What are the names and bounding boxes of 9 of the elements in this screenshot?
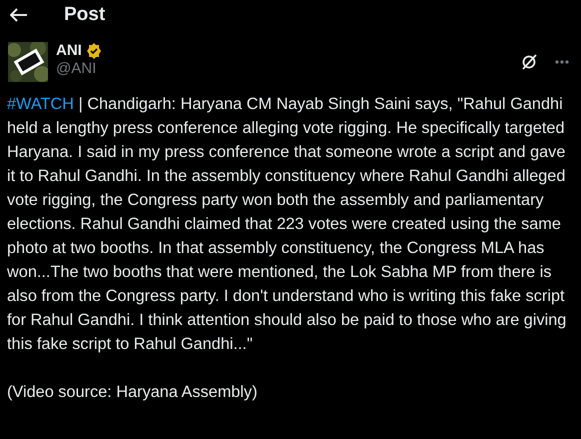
account-name[interactable]: ANI (56, 42, 82, 59)
page-title: Post (64, 4, 106, 26)
post-text: #WATCH | Chandigarh: Haryana CM Nayab Singh Saini says, "Rahul Gandhi held a lengthy press conference alleging vote rigging. He specifically targeted Haryana. I said in my press conference that someone wrote a script and gave it to Rahul Gandhi. In the assembly constituency where Rahul Gandhi alleged vote rigging, the Congress party won both the assembly and parliamentary elections. Rahul Gandhi claimed that 223 votes were created using the same photo at two booths. In that assembly constituency, the Congress MLA has won...The two booths that were mentioned, the Lok Sabha MP from there is also from the Congress party. I don't understand who is writing this fake script for Rahul Gandhi. I think attention should also be paid to those who are giving this fake script to Rahul Gandhi..." (7, 94, 568, 355)
back-icon[interactable] (10, 8, 28, 22)
video-source-text: (Video source: Haryana Assembly) (7, 382, 258, 403)
account-handle[interactable]: @ANI (56, 60, 513, 77)
slashed-circle-icon[interactable] (521, 54, 537, 70)
more-icon[interactable] (555, 60, 569, 64)
hashtag-link[interactable]: #WATCH (7, 95, 74, 113)
